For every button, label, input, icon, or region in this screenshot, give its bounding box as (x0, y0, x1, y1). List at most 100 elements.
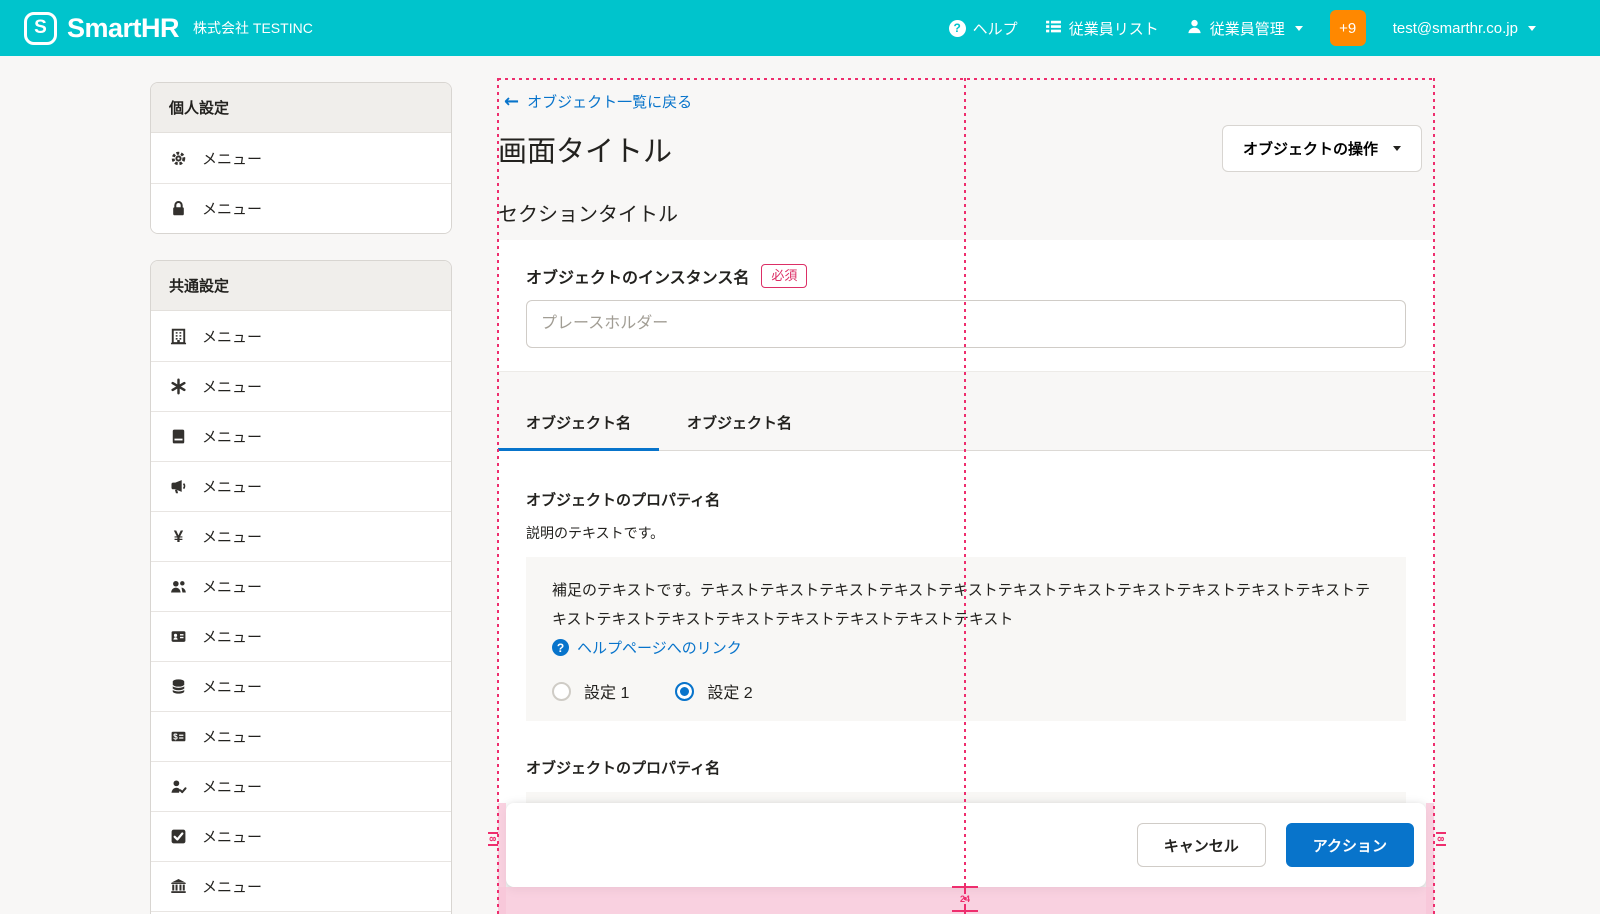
app-header: S SmartHR 株式会社 TESTINC ? ヘルプ 従業員リスト 従業員管… (0, 0, 1600, 56)
svg-text:$: $ (173, 732, 178, 741)
sidebar-item-menu[interactable]: メニュー (151, 661, 451, 711)
sidebar-item-label: メニュー (202, 376, 262, 397)
main-header: ← オブジェクト一覧に戻る 画面タイトル オブジェクトの操作 セクションタイトル (498, 78, 1434, 227)
megaphone-icon (169, 478, 188, 495)
radio-option-1[interactable]: 設定 1 (552, 679, 629, 703)
sidebar-item-label: メニュー (202, 526, 262, 547)
property-label: オブジェクトのプロパティ名 (526, 757, 1406, 778)
yen-icon: ¥ (169, 527, 188, 547)
radio-checked-icon[interactable] (675, 682, 694, 701)
header-nav: ? ヘルプ 従業員リスト 従業員管理 +9 test@smarthr.co.jp (949, 10, 1536, 46)
action-button[interactable]: アクション (1286, 823, 1414, 867)
personal-settings-card: 個人設定 メニュー メニュー (150, 82, 452, 234)
back-link-label: オブジェクト一覧に戻る (527, 91, 692, 112)
sidebar-item-menu[interactable]: メニュー (151, 361, 451, 411)
property-group-1: オブジェクトのプロパティ名 説明のテキストです。 補足のテキストです。テキストテ… (526, 489, 1406, 721)
supplement-text: 補足のテキストです。テキストテキストテキストテキストテキストテキストテキストテキ… (552, 577, 1380, 634)
nav-employee-list[interactable]: 従業員リスト (1045, 18, 1159, 39)
company-name: 株式会社 TESTINC (193, 18, 313, 38)
help-link-label: ヘルプページへのリンク (577, 637, 742, 658)
sidebar-item-menu[interactable]: メニュー (151, 561, 451, 611)
sidebar-item-menu[interactable]: $ メニュー (151, 711, 451, 761)
lock-icon (169, 200, 188, 217)
chevron-down-icon (1295, 26, 1303, 31)
radio-label: 設定 2 (707, 679, 752, 703)
cancel-button[interactable]: キャンセル (1137, 823, 1266, 867)
back-to-object-list-link[interactable]: ← オブジェクト一覧に戻る (504, 91, 692, 112)
instance-name-label: オブジェクトのインスタンス名 (526, 264, 749, 288)
sidebar-item-label: メニュー (202, 426, 262, 447)
sidebar-item-menu[interactable]: メニュー (151, 311, 451, 361)
measure-tick (488, 844, 498, 846)
sidebar-item-menu[interactable]: メニュー (151, 761, 451, 811)
tab-object-1[interactable]: オブジェクト名 (498, 372, 659, 450)
sidebar-item-label: メニュー (202, 326, 262, 347)
instance-name-section: オブジェクトのインスタンス名 必須 (498, 240, 1434, 372)
sidebar-item-label: メニュー (202, 676, 262, 697)
chevron-down-icon (1528, 26, 1536, 31)
sidebar-item-menu[interactable]: メニュー (151, 133, 451, 183)
building-icon (169, 328, 188, 345)
brand-name: SmartHR (67, 13, 179, 44)
required-badge: 必須 (761, 264, 807, 288)
smarthr-logo[interactable]: S SmartHR (24, 12, 179, 45)
section-title: セクションタイトル (498, 198, 1434, 227)
notification-badge[interactable]: +9 (1330, 10, 1366, 46)
account-menu[interactable]: test@smarthr.co.jp (1393, 20, 1536, 37)
object-actions-label: オブジェクトの操作 (1243, 138, 1378, 159)
bank-icon (169, 878, 188, 895)
measure-value: 8 (488, 836, 498, 841)
sidebar-item-menu[interactable]: メニュー (151, 861, 451, 911)
help-page-link[interactable]: ? ヘルプページへのリンク (552, 637, 742, 658)
tab-object-2[interactable]: オブジェクト名 (659, 372, 820, 450)
nav-help[interactable]: ? ヘルプ (949, 18, 1018, 39)
measure-tick (488, 832, 498, 834)
id-card-icon (169, 628, 188, 645)
app-root: S SmartHR 株式会社 TESTINC ? ヘルプ 従業員リスト 従業員管… (0, 0, 1600, 914)
database-icon (169, 678, 188, 695)
arrow-left-icon: ← (504, 91, 519, 112)
sidebar-item-menu[interactable]: メニュー (151, 183, 451, 233)
radio-unchecked-icon[interactable] (552, 682, 571, 701)
help-circle-icon: ? (949, 20, 966, 37)
measure-value: 8 (1436, 836, 1446, 841)
sidebar-item-label: メニュー (202, 876, 262, 897)
person-icon (1186, 18, 1203, 39)
asterisk-icon (169, 378, 188, 395)
object-actions-button[interactable]: オブジェクトの操作 (1222, 125, 1422, 172)
nav-employee-list-label: 従業員リスト (1069, 18, 1159, 39)
sidebar-item-label: メニュー (202, 626, 262, 647)
smarthr-logo-icon: S (24, 12, 57, 45)
check-square-icon (169, 828, 188, 845)
instance-name-input[interactable] (526, 300, 1406, 348)
sidebar-item-label: メニュー (202, 148, 262, 169)
measure-tick (1436, 844, 1446, 846)
measure-tick (1436, 832, 1446, 834)
object-tabbar: オブジェクト名 オブジェクト名 (498, 372, 1434, 451)
sidebar-section-title: 個人設定 (151, 83, 451, 133)
property-label: オブジェクトのプロパティ名 (526, 489, 1406, 510)
sidebar-item-menu[interactable]: メニュー (151, 611, 451, 661)
users-icon (169, 578, 188, 595)
gear-icon (169, 150, 188, 167)
sidebar-section-title: 共通設定 (151, 261, 451, 311)
nav-employee-admin-label: 従業員管理 (1210, 18, 1285, 39)
logo-letter: S (34, 17, 47, 39)
nav-employee-admin[interactable]: 従業員管理 (1186, 18, 1303, 39)
radio-group: 設定 1 設定 2 (552, 679, 1380, 703)
sidebar-item-label: メニュー (202, 576, 262, 597)
sidebar-item-menu[interactable]: メニュー (151, 461, 451, 511)
sidebar-item-label: メニュー (202, 826, 262, 847)
sidebar-item-label: メニュー (202, 776, 262, 797)
help-circle-icon: ? (552, 639, 569, 656)
user-check-icon (169, 778, 188, 795)
sidebar-item-menu[interactable]: メニュー (151, 411, 451, 461)
common-settings-card: 共通設定 メニュー メニュー メニュー メニュー ¥ メニュー (150, 260, 452, 914)
property-help-box: 補足のテキストです。テキストテキストテキストテキストテキストテキストテキストテキ… (526, 557, 1406, 721)
sidebar-item-menu[interactable]: ¥ メニュー (151, 511, 451, 561)
sidebar-item-label: メニュー (202, 198, 262, 219)
list-icon (1045, 18, 1062, 39)
radio-option-2[interactable]: 設定 2 (675, 679, 752, 703)
property-description: 説明のテキストです。 (526, 523, 1406, 543)
sidebar-item-menu[interactable]: メニュー (151, 811, 451, 861)
